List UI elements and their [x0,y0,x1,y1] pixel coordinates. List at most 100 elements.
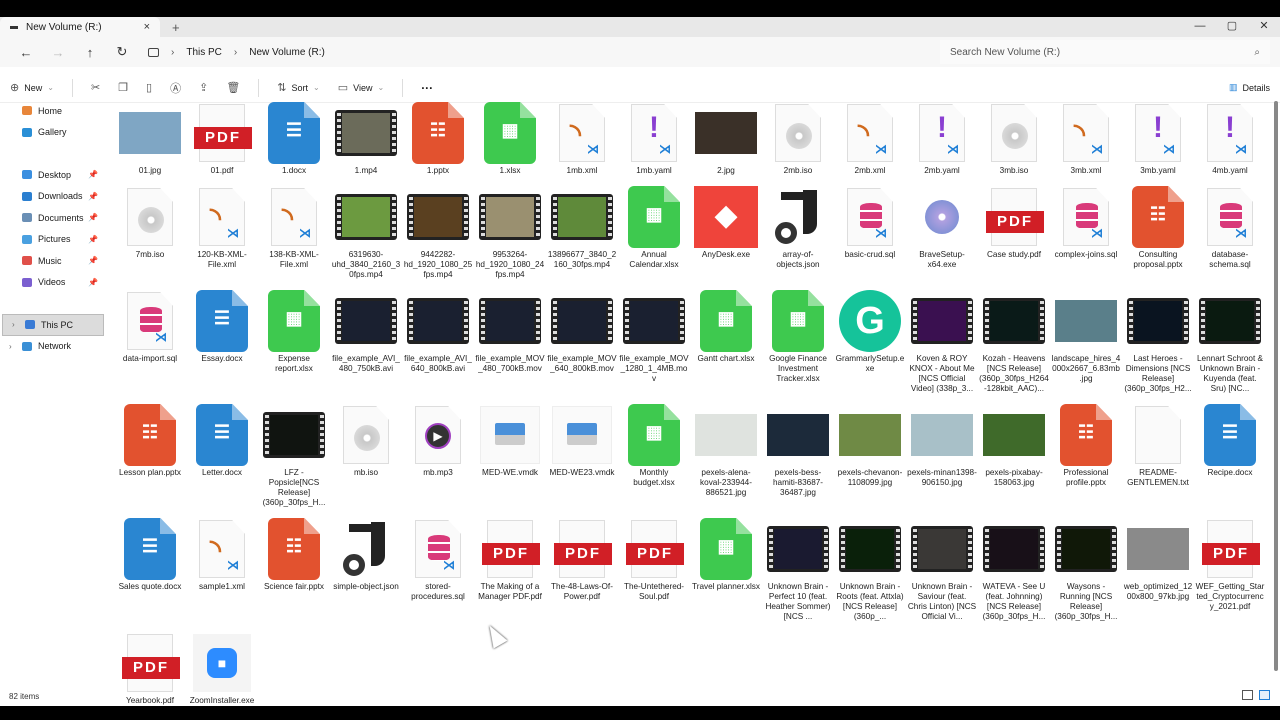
up-button[interactable]: ↑ [74,45,106,60]
close-window-button[interactable]: ✕ [1248,17,1280,35]
file-item[interactable]: simple-object.json [330,516,402,622]
file-item[interactable]: file_example_MOV_480_700kB.mov [474,288,546,394]
file-item[interactable]: ☰ Recipe.docx [1194,402,1266,508]
file-item[interactable]: ☷ Science fair.pptx [258,516,330,622]
file-item[interactable]: PDF The-Untethered-Soul.pdf [618,516,690,622]
file-item[interactable]: ▶ mb.mp3 [402,402,474,508]
file-item[interactable]: ⋊ stored-procedures.sql [402,516,474,622]
chevron-right-icon[interactable]: › [9,342,12,351]
file-item[interactable]: ◝ ⋊ 138-KB-XML-File.xml [258,184,330,280]
view-button[interactable]: ▭ View ⌄ [338,81,384,94]
sidebar-item-home[interactable]: Home [0,100,106,122]
file-item[interactable]: Koven & ROY KNOX - About Me [NCS Officia… [906,288,978,394]
file-item[interactable]: pexels-chevanon-1108099.jpg [834,402,906,508]
sidebar-item-network[interactable]: › Network [0,336,106,358]
file-item[interactable]: ◝ ⋊ 2mb.xml [834,100,906,176]
search-input[interactable]: Search New Volume (R:) ⌕ [940,40,1270,64]
file-item[interactable]: WATEVA - See U (feat. Johnning) [NCS Rel… [978,516,1050,622]
close-tab-icon[interactable]: × [144,21,150,33]
forward-button[interactable]: → [42,45,74,60]
file-item[interactable]: ⋊ database-schema.sql [1194,184,1266,280]
file-item[interactable]: Last Heroes - Dimensions [NCS Release] (… [1122,288,1194,394]
file-item[interactable]: ☰ Essay.docx [186,288,258,394]
file-item[interactable]: PDF Case study.pdf [978,184,1050,280]
file-item[interactable]: ⋊ data-import.sql [114,288,186,394]
file-item[interactable]: ! ⋊ 3mb.yaml [1122,100,1194,176]
file-item[interactable]: ■ ZoomInstaller.exe [186,630,258,706]
file-item[interactable]: PDF 01.pdf [186,100,258,176]
file-item[interactable]: Unknown Brain - Roots (feat. Attxla) [NC… [834,516,906,622]
sidebar-item-gallery[interactable]: Gallery [0,122,106,144]
file-item[interactable]: 2mb.iso [762,100,834,176]
file-item[interactable]: pexels-minan1398-906150.jpg [906,402,978,508]
breadcrumb-this-pc[interactable]: This PC [186,47,222,58]
file-item[interactable]: ! ⋊ 4mb.yaml [1194,100,1266,176]
details-view-button[interactable] [1242,690,1253,700]
file-item[interactable]: ◝ ⋊ sample1.xml [186,516,258,622]
file-item[interactable]: ☰ Sales quote.docx [114,516,186,622]
file-item[interactable]: BraveSetup-x64.exe [906,184,978,280]
file-item[interactable]: ! ⋊ 2mb.yaml [906,100,978,176]
file-item[interactable]: ▦ Google Finance Investment Tracker.xlsx [762,288,834,394]
delete-button[interactable]: 🗑 [226,81,240,94]
file-item[interactable]: ⋊ basic-crud.sql [834,184,906,280]
file-item[interactable]: file_example_MOV_1280_1_4MB.mov [618,288,690,394]
file-item[interactable]: ▦ Travel planner.xlsx [690,516,762,622]
file-item[interactable]: file_example_AVI_480_750kB.avi [330,288,402,394]
file-item[interactable]: array-of-objects.json [762,184,834,280]
sort-button[interactable]: ⇅ Sort ⌄ [277,81,319,94]
file-item[interactable]: ▦ Monthly budget.xlsx [618,402,690,508]
file-item[interactable]: ▦ 1.xlsx [474,100,546,176]
share-button[interactable]: ⇪ [199,81,208,94]
sidebar-item-desktop[interactable]: Desktop 📌 [0,164,106,186]
file-item[interactable]: ▦ Gantt chart.xlsx [690,288,762,394]
file-item[interactable]: ▦ Annual Calendar.xlsx [618,184,690,280]
minimize-button[interactable]: — [1184,17,1216,35]
file-item[interactable]: 6319630-uhd_3840_2160_30fps.mp4 [330,184,402,280]
file-item[interactable]: ▦ Expense report.xlsx [258,288,330,394]
file-item[interactable]: ⋊ complex-joins.sql [1050,184,1122,280]
file-item[interactable]: Lennart Schroot & Unknown Brain - Kuyend… [1194,288,1266,394]
breadcrumb[interactable]: › This PC › New Volume (R:) [148,47,928,58]
back-button[interactable]: ← [10,45,42,60]
maximize-button[interactable]: ▢ [1216,17,1248,35]
file-item[interactable]: ◆ AnyDesk.exe [690,184,762,280]
file-item[interactable]: mb.iso [330,402,402,508]
file-item[interactable]: ☰ 1.docx [258,100,330,176]
file-item[interactable]: landscape_hires_4000x2667_6.83mb.jpg [1050,288,1122,394]
sidebar-item-music[interactable]: Music 📌 [0,250,106,272]
file-item[interactable]: ☷ Professional profile.pptx [1050,402,1122,508]
more-options-button[interactable]: ··· [421,81,433,95]
file-item[interactable]: 01.jpg [114,100,186,176]
tab-new-volume[interactable]: New Volume (R:) × [0,17,160,37]
file-item[interactable]: G GrammarlySetup.exe [834,288,906,394]
breadcrumb-new-volume[interactable]: New Volume (R:) [249,47,325,58]
file-item[interactable]: README-GENTLEMEN.txt [1122,402,1194,508]
file-item[interactable]: MED-WE23.vmdk [546,402,618,508]
file-item[interactable]: LFZ - Popsicle[NCS Release] (360p_30fps_… [258,402,330,508]
file-item[interactable]: Unknown Brain - Saviour (feat. Chris Lin… [906,516,978,622]
sidebar-item-downloads[interactable]: Downloads 📌 [0,186,106,208]
vertical-scrollbar[interactable] [1274,101,1278,671]
file-item[interactable]: ☷ 1.pptx [402,100,474,176]
file-item[interactable]: Unknown Brain - Perfect 10 (feat. Heathe… [762,516,834,622]
file-item[interactable]: ☷ Lesson plan.pptx [114,402,186,508]
file-item[interactable]: pexels-alena-koval-233944-886521.jpg [690,402,762,508]
file-item[interactable]: PDF The-48-Laws-Of-Power.pdf [546,516,618,622]
sidebar-item-this-pc[interactable]: › This PC [2,314,104,336]
new-button[interactable]: ⊕ New ⌄ [10,81,54,94]
details-button[interactable]: ▥ Details [1229,82,1270,93]
file-item[interactable]: pexels-bess-hamiti-83687-36487.jpg [762,402,834,508]
file-item[interactable]: pexels-pixabay-158063.jpg [978,402,1050,508]
file-item[interactable]: PDF The Making of a Manager PDF.pdf [474,516,546,622]
file-item[interactable]: file_example_AVI_640_800kB.avi [402,288,474,394]
sidebar-item-documents[interactable]: Documents 📌 [0,207,106,229]
copy-button[interactable]: ❐ [118,81,128,94]
file-item[interactable]: web_optimized_1200x800_97kb.jpg [1122,516,1194,622]
file-item[interactable]: 9442282-hd_1920_1080_25fps.mp4 [402,184,474,280]
file-item[interactable]: Waysons - Running [NCS Release] (360p_30… [1050,516,1122,622]
file-item[interactable]: ! ⋊ 1mb.yaml [618,100,690,176]
file-item[interactable]: Kozah - Heavens [NCS Release] (360p_30fp… [978,288,1050,394]
paste-button[interactable]: ▯ [146,81,152,94]
file-item[interactable]: 1.mp4 [330,100,402,176]
